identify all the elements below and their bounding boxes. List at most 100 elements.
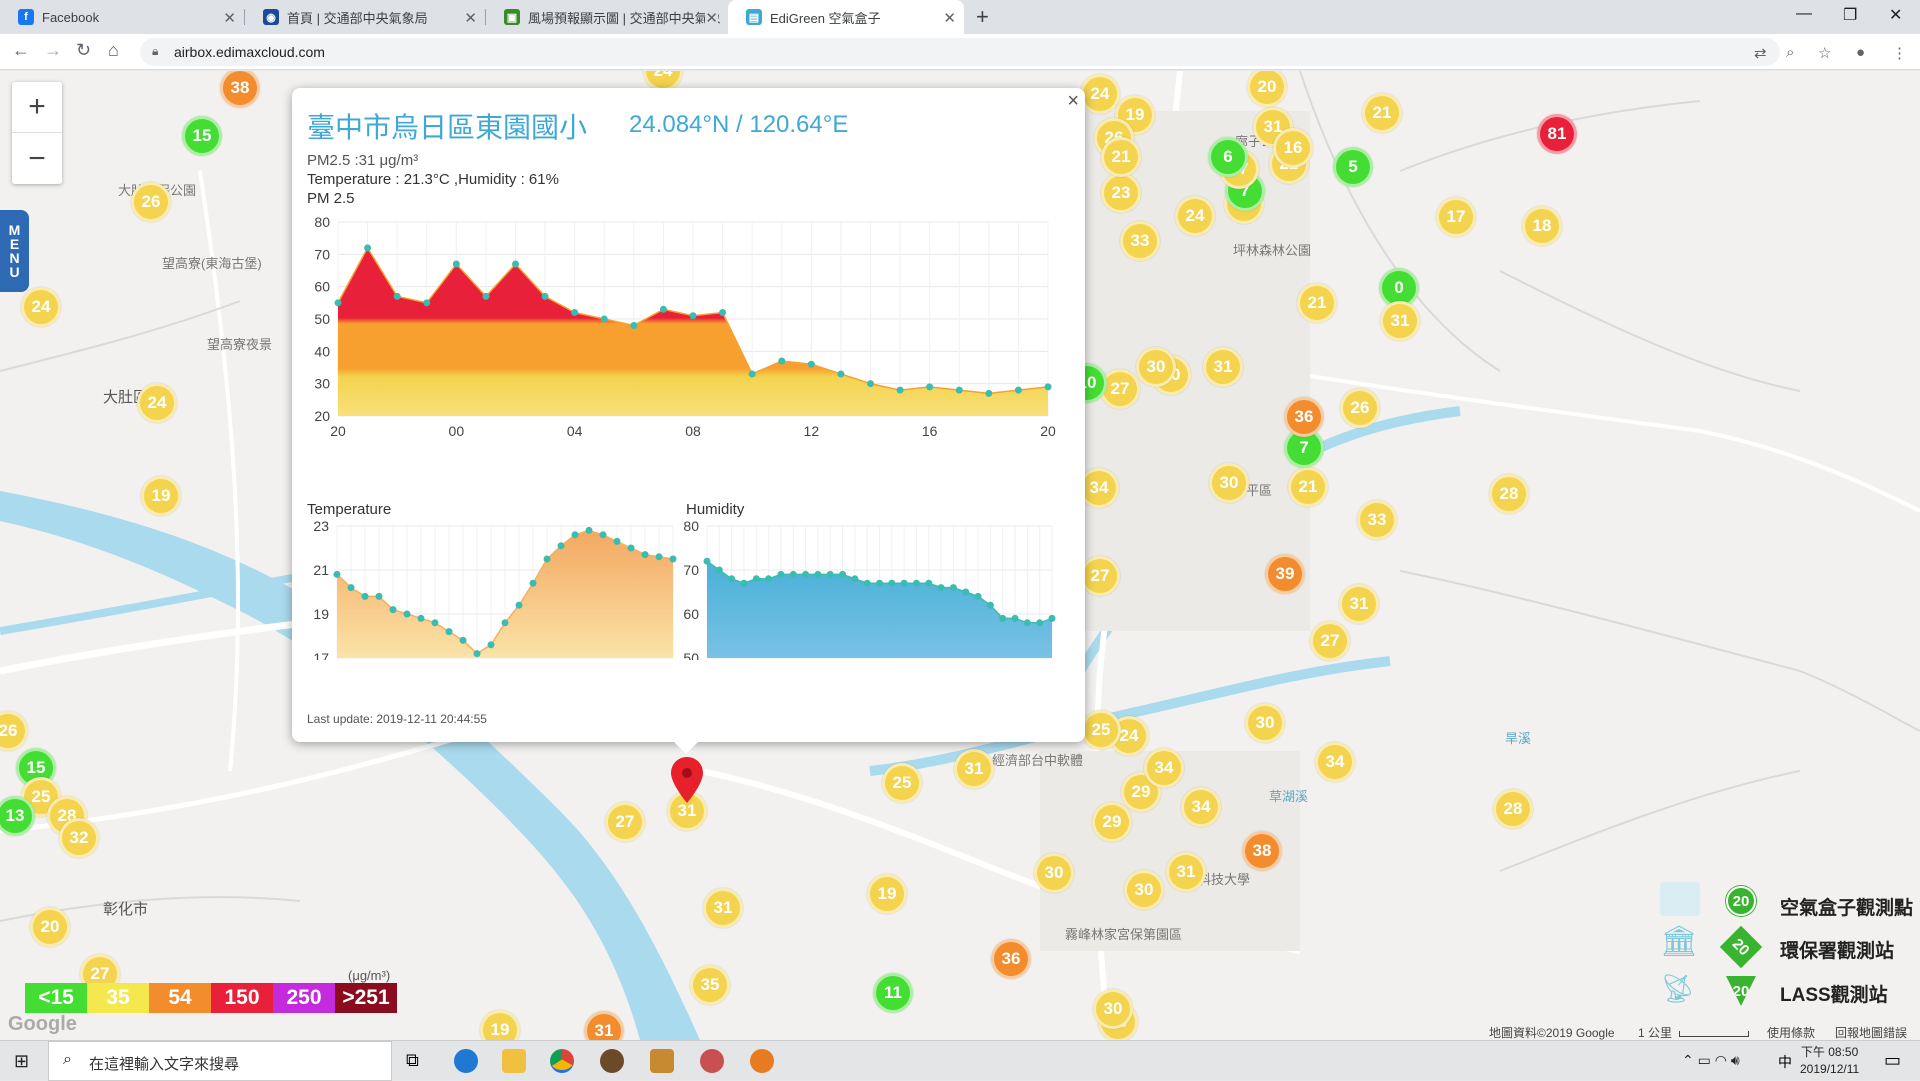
pm25-station-marker[interactable]: 24 [21, 287, 61, 327]
pm25-station-marker[interactable]: 32 [59, 818, 99, 858]
pm25-station-marker[interactable]: 31 [1380, 301, 1420, 341]
new-tab-button[interactable]: + [976, 4, 989, 30]
windows-start-icon[interactable]: ⊞ [14, 1051, 29, 1072]
pm25-station-marker[interactable]: 31 [1166, 852, 1206, 892]
pm25-station-marker[interactable]: 28 [1489, 474, 1529, 514]
blender-icon[interactable] [750, 1049, 774, 1073]
home-icon[interactable]: ⌂ [108, 40, 119, 61]
pm25-station-marker[interactable]: 35 [690, 965, 730, 1005]
pm25-station-marker[interactable]: 26 [131, 182, 171, 222]
pm25-station-marker[interactable]: 20 [30, 907, 70, 947]
pm25-station-marker[interactable]: 34 [1315, 742, 1355, 782]
pm25-station-marker[interactable]: 6 [1208, 137, 1248, 177]
pm25-station-marker[interactable]: 34 [1144, 748, 1184, 788]
tab-facebook[interactable]: f Facebook ✕ [0, 0, 244, 34]
pm25-station-marker[interactable]: 24 [1080, 74, 1120, 114]
bookmark-star-icon[interactable]: ☆ [1818, 44, 1831, 62]
address-bar[interactable]: 🔒︎ airbox.edimaxcloud.com [140, 38, 1780, 66]
pm25-station-marker[interactable]: 31 [703, 888, 743, 928]
pm25-station-marker[interactable]: 30 [1093, 989, 1133, 1029]
pm25-station-marker[interactable]: 11 [873, 973, 913, 1013]
pm25-station-marker[interactable]: 24 [137, 383, 177, 423]
close-icon[interactable]: ✕ [705, 9, 718, 27]
pm25-station-marker[interactable]: 38 [1242, 831, 1282, 871]
minimize-button[interactable]: — [1796, 5, 1812, 23]
pm25-station-marker[interactable]: 31 [954, 749, 994, 789]
file-explorer-icon[interactable] [502, 1049, 526, 1073]
system-clock[interactable]: 下午 08:50 2019/12/11 [1800, 1044, 1859, 1078]
profile-icon[interactable]: ● [1856, 44, 1865, 61]
menu-dots-icon[interactable]: ⋮ [1892, 44, 1907, 62]
data-point [347, 584, 355, 592]
task-view-icon[interactable]: ⧉ [406, 1050, 419, 1071]
pm25-station-marker[interactable]: 23 [1101, 173, 1141, 213]
pm25-station-marker[interactable]: 26 [1340, 388, 1380, 428]
pm25-station-marker[interactable]: 81 [1537, 114, 1577, 154]
forward-button[interactable]: → [44, 40, 62, 61]
pm25-station-marker[interactable]: 30 [1124, 870, 1164, 910]
pm25-station-marker[interactable]: 36 [991, 939, 1031, 979]
pm25-station-marker[interactable]: 30 [1034, 853, 1074, 893]
pm25-station-marker[interactable]: 25 [882, 763, 922, 803]
app-icon[interactable] [600, 1049, 624, 1073]
pm25-station-marker[interactable]: 30 [1245, 703, 1285, 743]
pm25-station-marker[interactable]: 19 [867, 874, 907, 914]
pm25-station-marker[interactable]: 29 [1092, 802, 1132, 842]
close-icon[interactable]: ✕ [943, 9, 956, 27]
back-button[interactable]: ← [12, 40, 30, 61]
pm25-station-marker[interactable]: 18 [1522, 206, 1562, 246]
pm25-station-marker[interactable]: 27 [605, 802, 645, 842]
location-pin-icon[interactable] [671, 757, 703, 803]
pm25-station-marker[interactable]: 19 [141, 476, 181, 516]
restore-button[interactable]: ❐ [1843, 5, 1857, 25]
tab-edigreen[interactable]: ▤ EdiGreen 空氣盒子 ✕ [728, 0, 964, 34]
pm25-station-marker[interactable]: 33 [1120, 221, 1160, 261]
data-point [452, 260, 460, 268]
pm25-station-marker[interactable]: 34 [1181, 787, 1221, 827]
chrome-icon[interactable] [550, 1049, 574, 1073]
ime-indicator[interactable]: 中 [1778, 1052, 1792, 1072]
pm25-station-marker[interactable]: 21 [1362, 93, 1402, 133]
edge-icon[interactable] [454, 1049, 478, 1073]
pm25-station-marker[interactable]: 17 [1436, 197, 1476, 237]
pm25-station-marker[interactable]: 21 [1297, 283, 1337, 323]
pm25-station-marker[interactable]: 31 [1203, 347, 1243, 387]
app-icon[interactable] [650, 1049, 674, 1073]
pm25-station-marker[interactable]: 36 [1284, 397, 1324, 437]
pm25-station-marker[interactable]: 27 [1310, 621, 1350, 661]
zoom-out-button[interactable]: − [12, 133, 62, 184]
app-icon[interactable] [700, 1049, 724, 1073]
close-icon[interactable]: ✕ [223, 9, 236, 27]
pm25-station-marker[interactable]: 21 [1101, 137, 1141, 177]
tray-icons[interactable]: ⌃ ▭ ◠ 🔊︎ [1682, 1052, 1740, 1069]
tab-cwb[interactable]: ◉ 首頁 | 交通部中央氣象局 ✕ [245, 0, 485, 34]
pm25-station-marker[interactable]: 34 [1079, 468, 1119, 508]
pm25-station-marker[interactable]: 24 [1175, 196, 1215, 236]
report-error-link[interactable]: 回報地圖錯誤 [1835, 1024, 1907, 1041]
taskbar-search-input[interactable]: ⌕ 在這裡輸入文字來搜尋 [48, 1041, 392, 1081]
pm25-station-marker[interactable]: 5 [1333, 147, 1373, 187]
pm25-station-marker[interactable]: 28 [1493, 789, 1533, 829]
pm25-station-marker[interactable]: 15 [182, 116, 222, 156]
reload-button[interactable]: ↻ [76, 40, 91, 61]
pm25-station-marker[interactable]: 33 [1357, 500, 1397, 540]
terms-link[interactable]: 使用條款 [1767, 1024, 1815, 1041]
zoom-in-button[interactable]: + [12, 82, 62, 133]
zoom-icon[interactable]: ⌕ [1786, 44, 1794, 61]
pm25-station-marker[interactable]: 27 [1080, 556, 1120, 596]
popup-close-button[interactable]: × [1067, 90, 1079, 113]
pm25-station-marker[interactable]: 16 [1273, 128, 1313, 168]
pm25-station-marker[interactable]: 21 [1288, 467, 1328, 507]
data-point [777, 570, 785, 578]
pm25-station-marker[interactable]: 25 [1081, 710, 1121, 750]
tab-wind-forecast[interactable]: ▣ 風場預報顯示圖 | 交通部中央氣象 ✕ [486, 0, 726, 34]
pm25-station-marker[interactable]: 31 [1339, 584, 1379, 624]
pm25-station-marker[interactable]: 39 [1265, 554, 1305, 594]
close-icon[interactable]: ✕ [464, 9, 477, 27]
menu-tab[interactable]: M E N U [0, 210, 29, 292]
pm25-station-marker[interactable]: 30 [1209, 463, 1249, 503]
translate-icon[interactable]: ⇄ [1754, 44, 1767, 62]
notification-icon[interactable]: ▭ [1884, 1050, 1901, 1071]
pm25-station-marker[interactable]: 30 [1136, 347, 1176, 387]
close-window-button[interactable]: ✕ [1889, 5, 1902, 25]
